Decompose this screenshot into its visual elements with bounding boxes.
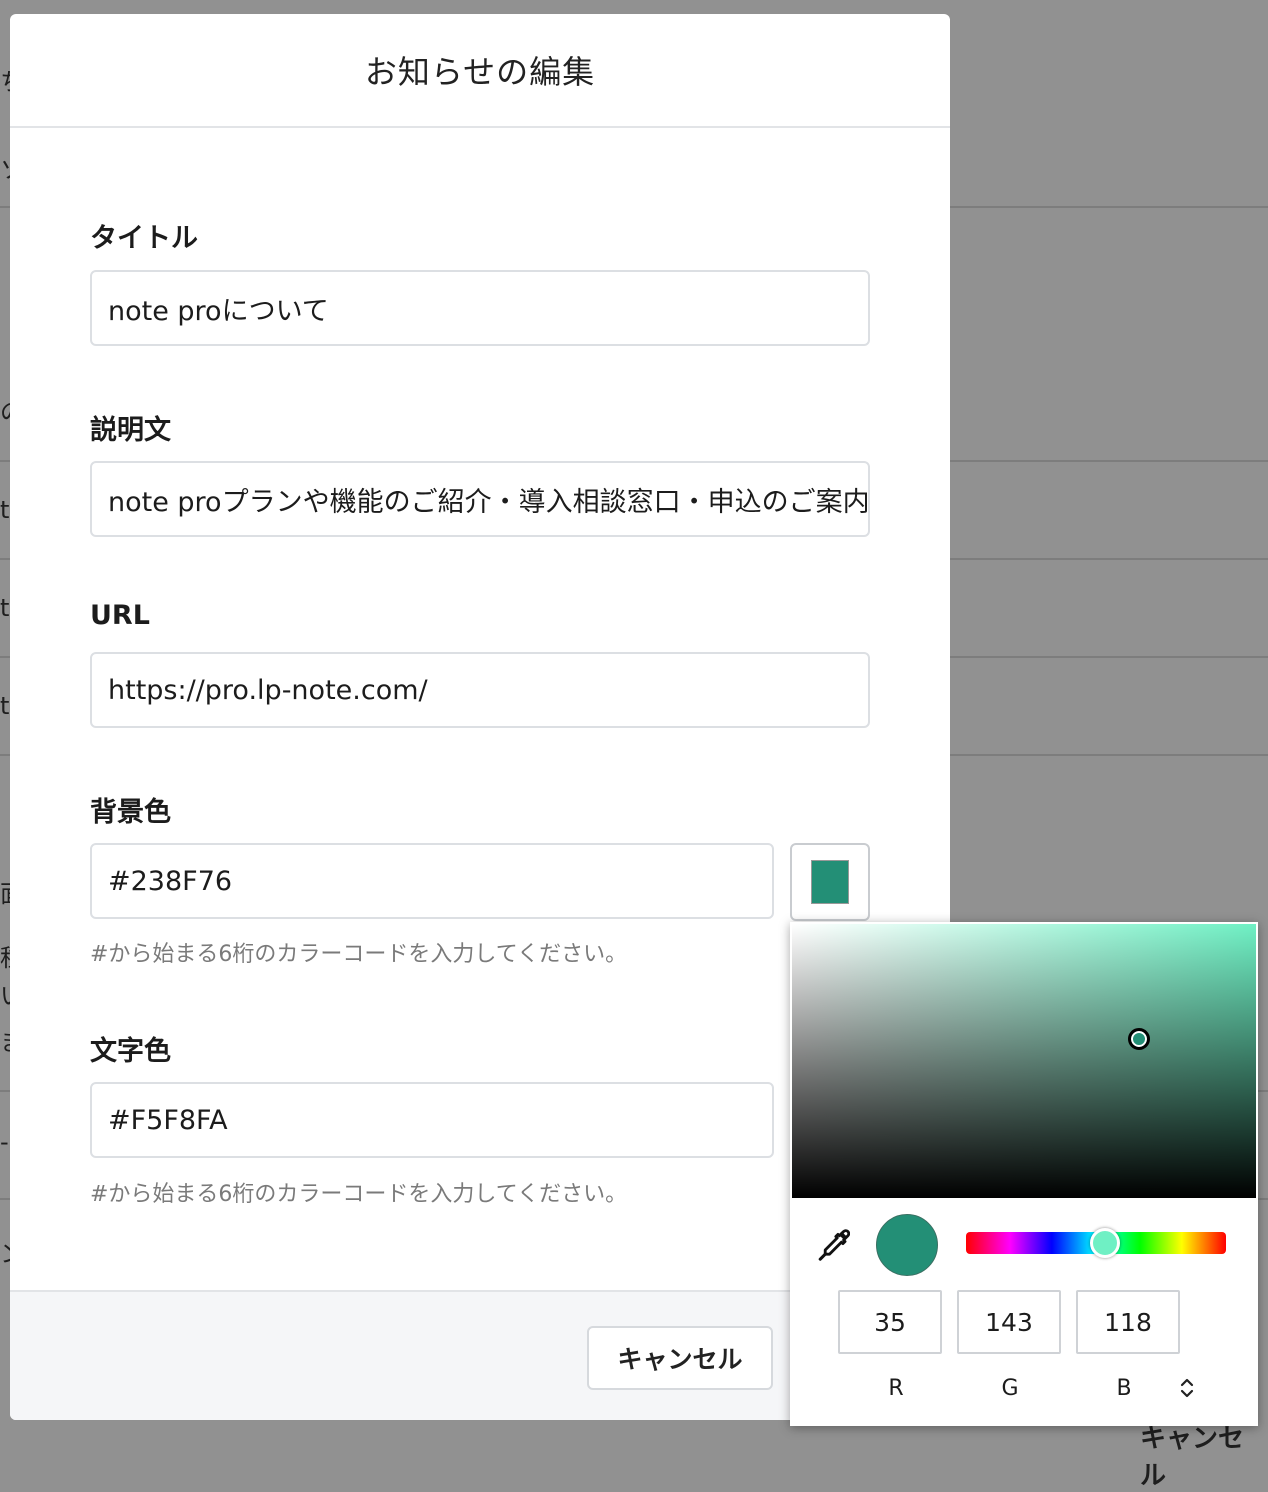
text-color-input[interactable]: #F5F8FA	[90, 1082, 774, 1158]
bg-color-input[interactable]: #238F76	[90, 843, 774, 919]
saturation-area[interactable]	[792, 924, 1256, 1198]
text-color-help: #から始まる6桁のカラーコードを入力してください。	[90, 1182, 628, 1207]
bg-color-help: #から始まる6桁のカラーコードを入力してください。	[90, 942, 628, 967]
description-label: 説明文	[90, 415, 171, 446]
blue-label: B	[1116, 1376, 1132, 1401]
red-label: R	[888, 1376, 904, 1401]
bg-color-swatch-button[interactable]	[790, 843, 870, 921]
saturation-cursor[interactable]	[1128, 1028, 1150, 1050]
green-input[interactable]: 143	[957, 1290, 1061, 1354]
text-color-label: 文字色	[90, 1036, 171, 1067]
chevron-up-down-icon[interactable]	[1176, 1374, 1198, 1402]
bg-cancel-button: キャンセル	[1140, 1424, 1245, 1491]
cancel-button[interactable]: キャンセル	[587, 1326, 773, 1390]
bg-color-label: 背景色	[90, 797, 171, 828]
green-label: G	[1001, 1376, 1019, 1401]
color-picker-popover: 35 143 118 R G B	[790, 922, 1258, 1426]
url-input[interactable]: https://pro.lp-note.com/	[90, 652, 870, 728]
url-label: URL	[90, 600, 150, 631]
title-input[interactable]: note proについて	[90, 270, 870, 346]
modal-title: お知らせの編集	[364, 53, 596, 91]
title-label: タイトル	[90, 223, 198, 254]
blue-input[interactable]: 118	[1076, 1290, 1180, 1354]
description-input[interactable]: note proプランや機能のご紹介・導入相談窓口・申込のご案内	[90, 461, 870, 537]
modal-header: お知らせの編集	[10, 14, 950, 128]
hue-slider-handle[interactable]	[1090, 1228, 1120, 1258]
color-swatch	[811, 860, 849, 904]
eyedropper-icon[interactable]	[816, 1228, 850, 1262]
red-input[interactable]: 35	[838, 1290, 942, 1354]
color-preview	[876, 1214, 938, 1276]
